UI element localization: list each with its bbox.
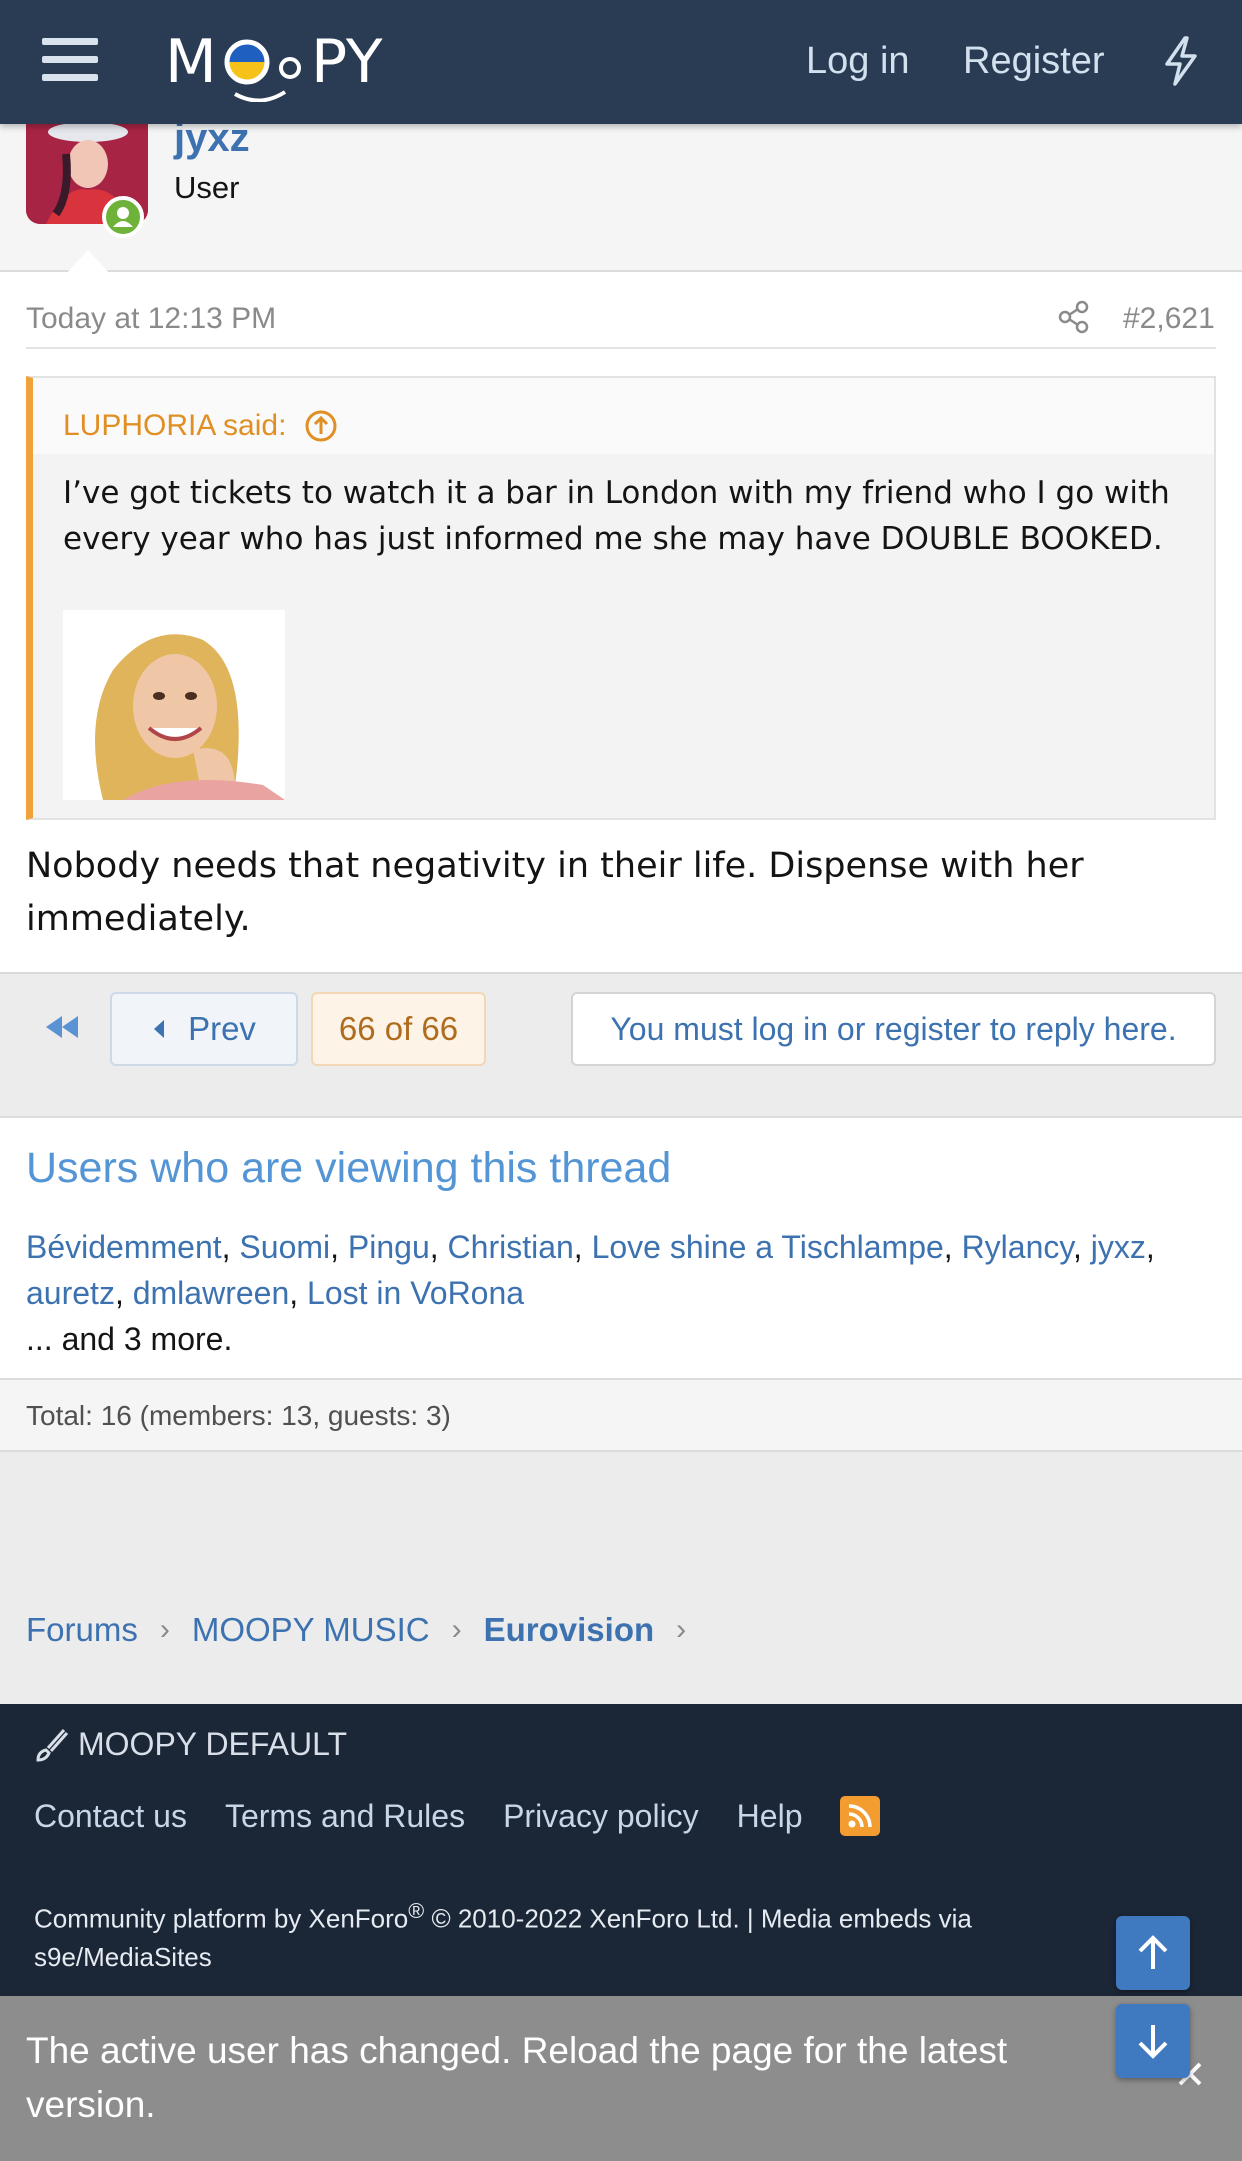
post-number[interactable]: #2,621 <box>1123 302 1215 336</box>
scroll-to-bottom-button[interactable] <box>1116 2004 1190 2078</box>
viewer-link[interactable]: jyxz <box>1091 1229 1146 1265</box>
caret-left-icon <box>154 1020 165 1038</box>
scroll-to-top-button[interactable] <box>1116 1916 1190 1990</box>
privacy-link[interactable]: Privacy policy <box>503 1798 699 1835</box>
prev-page-button[interactable]: Prev <box>110 992 298 1066</box>
chevron-right-icon: › <box>451 1613 462 1646</box>
viewers-title: Users who are viewing this thread <box>26 1144 672 1192</box>
footer-links: Contact us Terms and Rules Privacy polic… <box>34 1796 881 1836</box>
page-navigation: Prev 66 of 66 You must log in or registe… <box>0 972 1242 1116</box>
viewers-total: Total: 16 (members: 13, guests: 3) <box>0 1378 1242 1452</box>
style-chooser[interactable]: MOOPY DEFAULT <box>34 1726 347 1763</box>
post-message: Today at 12:13 PM #2,621 LUPHORIA said: … <box>0 272 1242 972</box>
viewer-link[interactable]: Pingu <box>348 1229 430 1265</box>
first-page-icon[interactable] <box>42 1012 82 1047</box>
register-link[interactable]: Register <box>963 40 1105 83</box>
quote-image[interactable] <box>63 610 285 800</box>
viewer-link[interactable]: Bévidemment <box>26 1229 222 1265</box>
breadcrumb-moopy-music[interactable]: MOOPY MUSIC <box>192 1611 430 1649</box>
notice-text: The active user has changed. Reload the … <box>26 2030 1008 2125</box>
svg-text:PY: PY <box>311 27 383 97</box>
chevron-right-icon: › <box>676 1613 687 1646</box>
quote-header[interactable]: LUPHORIA said: <box>33 378 1214 454</box>
post-body: Nobody needs that negativity in their li… <box>26 846 1084 939</box>
viewer-link[interactable]: Suomi <box>239 1229 330 1265</box>
online-status-icon <box>102 196 144 238</box>
contact-us-link[interactable]: Contact us <box>34 1798 187 1835</box>
registered-mark: ® <box>408 1898 425 1923</box>
copyright-text: Community platform by XenForo® © 2010-20… <box>34 1892 1094 1976</box>
arrow-down-icon <box>1138 2025 1168 2059</box>
quote-attribution[interactable]: LUPHORIA said: <box>63 409 286 443</box>
site-header: M PY Log in Register <box>0 0 1242 124</box>
paintbrush-icon <box>36 1728 69 1762</box>
breadcrumb: Forums › MOOPY MUSIC › Eurovision › <box>26 1608 708 1652</box>
style-label: MOOPY DEFAULT <box>78 1726 348 1762</box>
rss-icon[interactable] <box>840 1796 881 1836</box>
breadcrumb-forums[interactable]: Forums <box>26 1611 138 1649</box>
login-to-reply-button[interactable]: You must log in or register to reply her… <box>571 992 1216 1066</box>
author-title: User <box>174 170 240 205</box>
whats-new-bolt-icon[interactable] <box>1163 36 1199 91</box>
viewer-link[interactable]: Love shine a Tischlampe <box>592 1229 944 1265</box>
viewer-link[interactable]: dmlawreen <box>133 1275 290 1311</box>
divider <box>26 347 1216 349</box>
arrow-up-icon <box>1138 1935 1168 1969</box>
viewer-link[interactable]: Rylancy <box>962 1229 1073 1265</box>
quote-block: LUPHORIA said: I’ve got tickets to watch… <box>26 376 1216 820</box>
viewer-link[interactable]: auretz <box>26 1275 115 1311</box>
breadcrumb-eurovision[interactable]: Eurovision <box>484 1611 655 1649</box>
post-author-strip: jyxz User <box>0 116 1242 272</box>
thread-viewers-block: Users who are viewing this thread Bévide… <box>0 1116 1242 1378</box>
prev-label: Prev <box>188 1010 256 1047</box>
page-indicator[interactable]: 66 of 66 <box>311 992 486 1066</box>
terms-link[interactable]: Terms and Rules <box>225 1798 465 1835</box>
share-icon[interactable] <box>1058 300 1090 339</box>
active-user-changed-notice: The active user has changed. Reload the … <box>0 1996 1242 2161</box>
login-link[interactable]: Log in <box>806 40 910 83</box>
viewers-more: ... and 3 more. <box>26 1321 233 1357</box>
post-date[interactable]: Today at 12:13 PM <box>26 302 276 336</box>
viewer-link[interactable]: Christian <box>448 1229 574 1265</box>
quote-text: I’ve got tickets to watch it a bar in Lo… <box>63 475 1170 557</box>
xenforo-link[interactable]: Community platform by XenForo <box>34 1904 408 1934</box>
help-link[interactable]: Help <box>737 1798 803 1835</box>
moopy-logo: M PY <box>165 27 383 102</box>
viewers-list: Bévidemment, Suomi, Pingu, Christian, Lo… <box>26 1229 1155 1357</box>
site-logo[interactable]: M PY <box>163 22 447 102</box>
menu-icon[interactable] <box>42 38 98 86</box>
svg-text:M: M <box>165 27 217 97</box>
arrow-up-circle-icon[interactable] <box>304 409 338 443</box>
message-pointer <box>66 250 110 274</box>
viewer-link[interactable]: Lost in VoRona <box>307 1275 524 1311</box>
site-footer: MOOPY DEFAULT Contact us Terms and Rules… <box>0 1704 1242 1996</box>
chevron-right-icon: › <box>159 1613 170 1646</box>
